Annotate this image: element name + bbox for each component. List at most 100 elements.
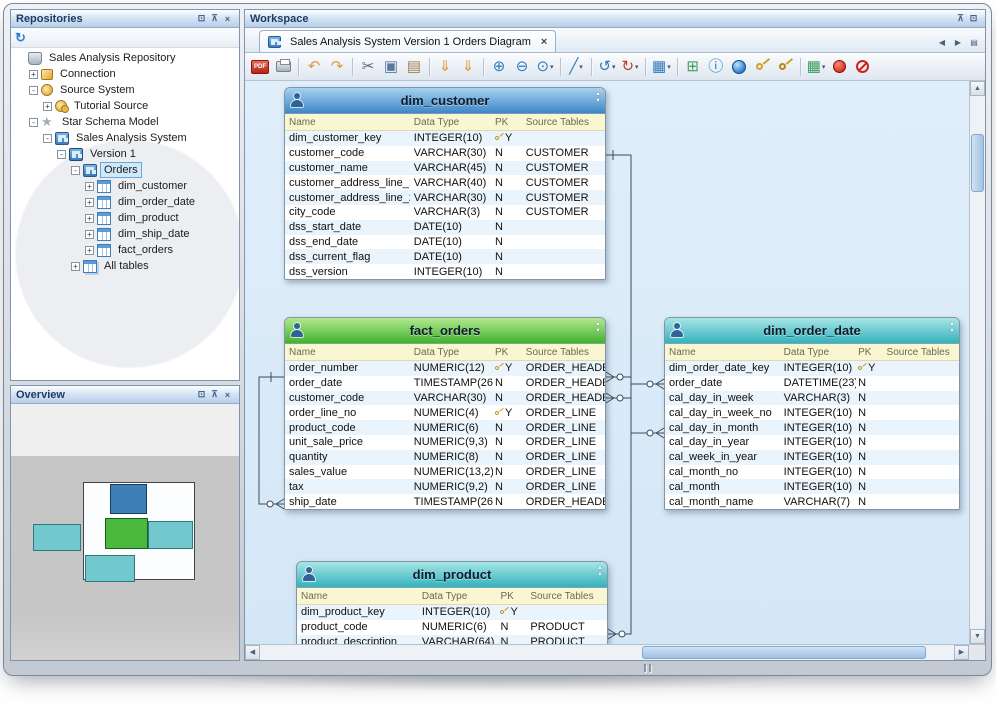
entity-dim_customer[interactable]: dim_customer▲▼NameData TypePKSource Tabl…	[284, 87, 606, 280]
entity-row-cal_day_in_week_no[interactable]: cal_day_in_week_noINTEGER(10)N	[665, 405, 959, 420]
tree-item-dim-product[interactable]: +dim_product	[11, 210, 239, 226]
zoom-mode-button[interactable]: ⊙▾	[534, 56, 556, 78]
send-forward-button[interactable]: ⇓	[457, 56, 479, 78]
send-backward-button[interactable]: ⇓	[434, 56, 456, 78]
entity-row-cal_month_name[interactable]: cal_month_nameVARCHAR(7)N	[665, 494, 959, 509]
entity-row-product_code[interactable]: product_codeNUMERIC(6)NORDER_LINE	[285, 420, 605, 435]
entity-row-customer_name[interactable]: customer_nameVARCHAR(45)NCUSTOMER	[285, 161, 605, 176]
entity-row-customer_address_line_2[interactable]: customer_address_line_2VARCHAR(30)NCUSTO…	[285, 190, 605, 205]
expand-icon[interactable]: +	[85, 214, 94, 223]
dropdown-caret-icon[interactable]: ▾	[667, 63, 671, 71]
overview-minimap[interactable]	[11, 404, 239, 660]
pin-panel-icon[interactable]: ⊼	[208, 389, 221, 400]
dropdown-caret-icon[interactable]: ▾	[612, 63, 616, 71]
expand-icon[interactable]: +	[85, 182, 94, 191]
sort-arrows-icon[interactable]: ▲▼	[949, 321, 955, 335]
redo-button[interactable]: ↷	[326, 56, 348, 78]
entity-row-unit_sale_price[interactable]: unit_sale_priceNUMERIC(9,3)NORDER_LINE	[285, 435, 605, 450]
refresh-icon[interactable]: ↻	[15, 31, 26, 45]
repositories-title-bar[interactable]: Repositories ⊡ ⊼ ×	[11, 10, 239, 28]
zoom-out-button[interactable]: ⊖	[511, 56, 533, 78]
tree-item-all-tables[interactable]: +All tables	[11, 258, 239, 274]
tree-item-source-system[interactable]: -Source System	[11, 82, 239, 98]
entity-row-dss_end_date[interactable]: dss_end_dateDATE(10)N	[285, 235, 605, 250]
tree-item-version-1[interactable]: -Version 1	[11, 146, 239, 162]
export-pdf-button[interactable]: PDF	[249, 56, 271, 78]
horizontal-scroll-thumb[interactable]	[642, 646, 927, 659]
entity-row-cal_day_in_week[interactable]: cal_day_in_weekVARCHAR(3)N	[665, 391, 959, 406]
scroll-tabs-right-icon[interactable]: ▶	[951, 35, 965, 49]
entity-row-cal_week_in_year[interactable]: cal_week_in_yearINTEGER(10)N	[665, 450, 959, 465]
vertical-scroll-thumb[interactable]	[971, 134, 984, 192]
scroll-up-icon[interactable]: ▲	[970, 81, 985, 96]
collapse-icon[interactable]: -	[57, 150, 66, 159]
undo-button[interactable]: ↶	[303, 56, 325, 78]
paste-button[interactable]: ▤	[403, 56, 425, 78]
tree-item-sales-analysis-system[interactable]: -Sales Analysis System	[11, 130, 239, 146]
horizontal-scroll-track[interactable]	[260, 645, 954, 660]
grid-view-button[interactable]: ▦▾	[650, 56, 673, 78]
refresh-diagram-button[interactable]: ↺▾	[596, 56, 618, 78]
entity-row-cal_day_in_month[interactable]: cal_day_in_monthINTEGER(10)N	[665, 420, 959, 435]
expand-icon[interactable]: +	[71, 262, 80, 271]
collapse-icon[interactable]: -	[29, 118, 38, 127]
entity-header[interactable]: dim_order_date▲▼	[665, 318, 959, 344]
entity-dim_order_date[interactable]: dim_order_date▲▼NameData TypePKSource Ta…	[664, 317, 960, 510]
entity-row-product_description[interactable]: product_descriptionVARCHAR(64)NPRODUCT	[297, 635, 607, 644]
dropdown-caret-icon[interactable]: ▾	[822, 63, 826, 71]
info-button[interactable]: ⓘ	[705, 56, 727, 78]
tree-item-orders[interactable]: -Orders	[11, 162, 239, 178]
entity-row-order_line_no[interactable]: order_line_noNUMERIC(4)YORDER_LINE	[285, 405, 605, 420]
float-panel-icon[interactable]: ⊡	[967, 13, 980, 24]
entity-header[interactable]: dim_product▲▼	[297, 562, 607, 588]
globe-button[interactable]	[728, 56, 750, 78]
entity-fact_orders[interactable]: fact_orders▲▼NameData TypePKSource Table…	[284, 317, 606, 510]
find-key-button[interactable]	[774, 56, 796, 78]
entity-dim_product[interactable]: dim_product▲▼NameData TypePKSource Table…	[296, 561, 608, 644]
entity-row-sales_value[interactable]: sales_valueNUMERIC(13,2)NORDER_LINE	[285, 465, 605, 480]
auto-layout-button[interactable]: ⊞	[682, 56, 704, 78]
cut-button[interactable]: ✂	[357, 56, 379, 78]
collapse-icon[interactable]: -	[71, 166, 80, 175]
tree-item-dim-customer[interactable]: +dim_customer	[11, 178, 239, 194]
resize-handle[interactable]	[644, 664, 651, 672]
close-panel-icon[interactable]: ×	[221, 14, 234, 24]
entity-row-cal_day_in_year[interactable]: cal_day_in_yearINTEGER(10)N	[665, 435, 959, 450]
tree-item-star-schema-model[interactable]: -Star Schema Model	[11, 114, 239, 130]
float-panel-icon[interactable]: ⊡	[195, 13, 208, 24]
scroll-down-icon[interactable]: ▼	[970, 629, 985, 644]
workspace-title-bar[interactable]: Workspace ⊼ ⊡	[245, 10, 985, 28]
expand-icon[interactable]: +	[43, 102, 52, 111]
expand-icon[interactable]: +	[85, 246, 94, 255]
expand-icon[interactable]: +	[29, 70, 38, 79]
diagram-canvas[interactable]: dim_customer▲▼NameData TypePKSource Tabl…	[245, 81, 969, 644]
entity-row-quantity[interactable]: quantityNUMERIC(8)NORDER_LINE	[285, 450, 605, 465]
diagram-export-button[interactable]: ▦▾	[805, 56, 828, 78]
entity-row-customer_address_line_1[interactable]: customer_address_line_1VARCHAR(40)NCUSTO…	[285, 175, 605, 190]
scroll-tabs-left-icon[interactable]: ◀	[935, 35, 949, 49]
entity-row-order_date[interactable]: order_dateTIMESTAMP(26,6)NORDER_HEADER	[285, 376, 605, 391]
line-style-button[interactable]: ╱▾	[565, 56, 587, 78]
entity-row-tax[interactable]: taxNUMERIC(9,2)NORDER_LINE	[285, 479, 605, 494]
sync-button[interactable]: ↻▾	[619, 56, 641, 78]
dropdown-caret-icon[interactable]: ▾	[635, 63, 639, 71]
entity-row-dim_order_date_key[interactable]: dim_order_date_keyINTEGER(10)Y	[665, 361, 959, 376]
collapse-icon[interactable]: -	[43, 134, 52, 143]
tree-item-sales-analysis-repository[interactable]: Sales Analysis Repository	[11, 50, 239, 66]
horizontal-scrollbar[interactable]: ◀ ▶	[245, 645, 969, 660]
scroll-right-icon[interactable]: ▶	[954, 645, 969, 660]
tab-orders-diagram[interactable]: Sales Analysis System Version 1 Orders D…	[259, 30, 556, 52]
tab-list-icon[interactable]: ▤	[967, 35, 981, 49]
tree-item-tutorial-source[interactable]: +Tutorial Source	[11, 98, 239, 114]
print-button[interactable]	[272, 56, 294, 78]
entity-row-dim_product_key[interactable]: dim_product_keyINTEGER(10)Y	[297, 605, 607, 620]
entity-header[interactable]: fact_orders▲▼	[285, 318, 605, 344]
scroll-left-icon[interactable]: ◀	[245, 645, 260, 660]
tree-item-dim-order-date[interactable]: +dim_order_date	[11, 194, 239, 210]
pin-panel-icon[interactable]: ⊼	[954, 13, 967, 24]
overview-title-bar[interactable]: Overview ⊡ ⊼ ×	[11, 386, 239, 404]
sort-arrows-icon[interactable]: ▲▼	[595, 321, 601, 335]
entity-header[interactable]: dim_customer▲▼	[285, 88, 605, 114]
tree-item-dim-ship-date[interactable]: +dim_ship_date	[11, 226, 239, 242]
tree-item-fact-orders[interactable]: +fact_orders	[11, 242, 239, 258]
